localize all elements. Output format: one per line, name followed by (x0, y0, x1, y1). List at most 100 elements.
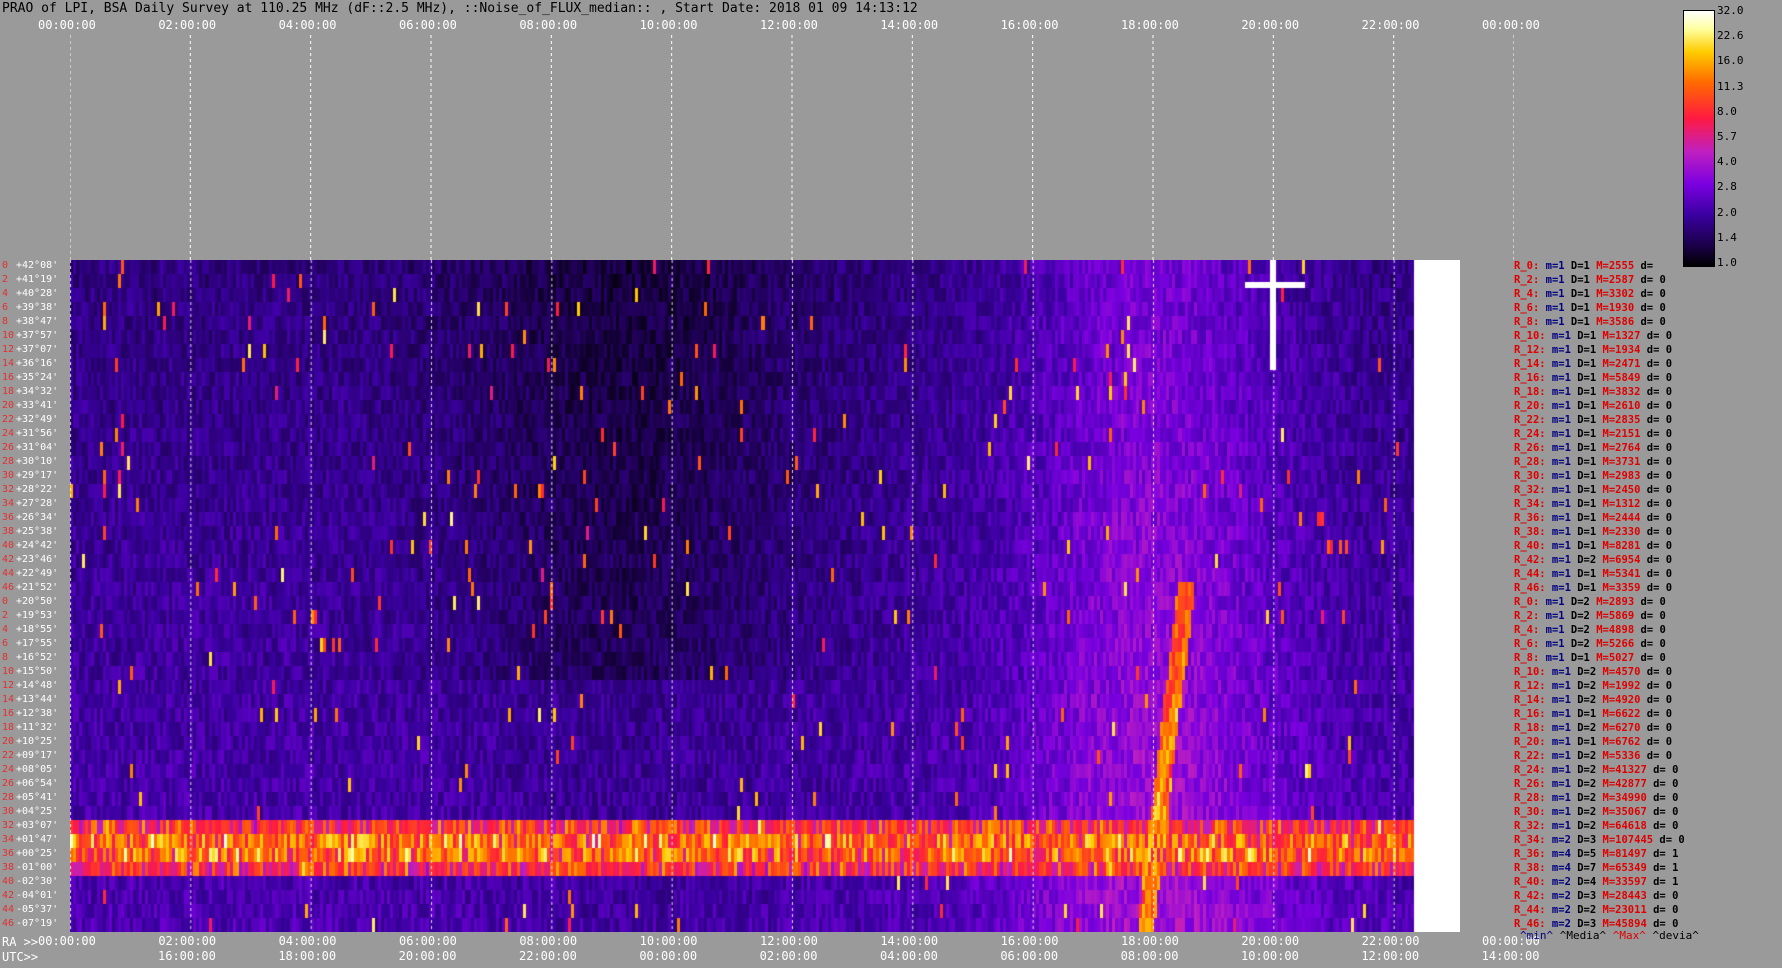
ra-tick-label: 06:00:00 (399, 934, 457, 948)
colorbar-tick-label: 2.8 (1717, 180, 1737, 194)
ra-tick-label: 16:00:00 (1000, 934, 1059, 948)
declination-label: 34 +27°28' (2, 498, 59, 509)
ra-tick-label: 20:00:00 (1241, 934, 1300, 948)
top-tick-label: 14:00:00 (880, 18, 939, 32)
utc-tick-label: 06:00:00 (1000, 949, 1059, 963)
beam-stat-row: R_26: m=1 D=1 M=2764 d= 0 (1514, 442, 1673, 454)
utc-tick-label: 18:00:00 (278, 949, 337, 963)
colorbar-tick-label: 1.4 (1717, 230, 1737, 244)
declination-label: 26 +31°04' (2, 442, 59, 453)
top-tick-label: 16:00:00 (1000, 18, 1059, 32)
declination-label: 14 +13°44' (2, 694, 59, 705)
declination-label: 36 +00°25' (2, 848, 59, 859)
beam-stat-row: R_38: m=4 D=7 M=65349 d= 1 (1514, 862, 1679, 874)
colorbar-tick-label: 1.0 (1717, 256, 1737, 269)
beam-stat-row: R_30: m=1 D=2 M=35067 d= 0 (1514, 806, 1679, 818)
beam-stat-row: R_18: m=1 D=2 M=6270 d= 0 (1514, 722, 1673, 734)
beam-stat-row: R_36: m=4 D=5 M=81497 d= 1 (1514, 848, 1679, 860)
ra-tick-label: 00:00:00 (38, 934, 96, 948)
beam-stat-row: R_4: m=1 D=2 M=4898 d= 0 (1514, 624, 1666, 636)
declination-label: 4 +40°28' (2, 288, 59, 299)
spectrogram-heatmap (70, 260, 1460, 932)
beam-stat-row: R_12: m=1 D=1 M=1934 d= 0 (1514, 344, 1673, 356)
utc-tick-label: 16:00:00 (158, 949, 216, 963)
ra-tick-label: 10:00:00 (639, 934, 698, 948)
chart-title: PRAO of LPI, BSA Daily Survey at 110.25 … (2, 1, 918, 16)
declination-label: 40 +24°42' (2, 540, 59, 551)
legend-max: ^Max^ (1612, 929, 1646, 942)
declination-label: 12 +37°07' (2, 344, 59, 355)
beam-stat-row: R_28: m=1 D=2 M=34990 d= 0 (1514, 792, 1679, 804)
beam-stat-row: R_40: m=2 D=4 M=33597 d= 1 (1514, 876, 1679, 888)
utc-tick-label: 04:00:00 (880, 949, 938, 963)
beam-stat-row: R_34: m=2 D=3 M=107445 d= 0 (1514, 834, 1685, 846)
utc-tick-label: 20:00:00 (398, 949, 457, 963)
beam-stat-row: R_16: m=1 D=1 M=5849 d= 0 (1514, 372, 1673, 384)
declination-label: 12 +14°48' (2, 680, 59, 691)
declination-label: 26 +06°54' (2, 778, 59, 789)
beam-stat-row: R_8: m=1 D=1 M=5027 d= 0 (1514, 652, 1666, 664)
utc-tick-label: 00:00:00 (639, 949, 698, 963)
beam-stat-row: R_24: m=1 D=1 M=2151 d= 0 (1514, 428, 1673, 440)
declination-label: 20 +10°25' (2, 736, 59, 747)
colorbar-tick-label: 2.0 (1717, 205, 1737, 219)
beam-stat-row: R_6: m=1 D=1 M=1930 d= 0 (1514, 302, 1666, 314)
colorbar (1683, 10, 1715, 267)
beam-stat-row: R_10: m=1 D=1 M=1327 d= 0 (1514, 330, 1673, 342)
declination-label: 42 +23°46' (2, 554, 59, 565)
legend-dev: ^devia^ (1652, 929, 1699, 942)
top-tick-label: 22:00:00 (1361, 18, 1420, 32)
beam-stat-row: R_10: m=1 D=2 M=4570 d= 0 (1514, 666, 1673, 678)
declination-label: 40 -02°30' (2, 876, 59, 887)
legend-min: ^min^ (1520, 929, 1554, 942)
beam-stat-row: R_26: m=1 D=2 M=42877 d= 0 (1514, 778, 1679, 790)
declination-label: 18 +34°32' (2, 386, 59, 397)
beam-stat-row: R_14: m=1 D=1 M=2471 d= 0 (1514, 358, 1673, 370)
ra-tick-label: 12:00:00 (760, 934, 818, 948)
top-tick-label: 06:00:00 (399, 18, 457, 32)
declination-label: 22 +32°49' (2, 414, 59, 425)
beam-stat-row: R_22: m=1 D=2 M=5336 d= 0 (1514, 750, 1673, 762)
top-tick-label: 04:00:00 (278, 18, 337, 32)
declination-label: 10 +37°57' (2, 330, 59, 341)
top-tick-label: 12:00:00 (760, 18, 818, 32)
colorbar-tick-label: 16.0 (1717, 54, 1744, 68)
colorbar-tick-label: 5.7 (1717, 130, 1737, 143)
utc-tick-label: 12:00:00 (1361, 949, 1420, 963)
declination-label: 0 +42°08' (2, 260, 59, 271)
declination-label: 0 +20°50' (2, 596, 59, 607)
declination-label: 20 +33°41' (2, 400, 59, 411)
beam-stat-row: R_22: m=1 D=1 M=2835 d= 0 (1514, 414, 1673, 426)
beam-stat-row: R_8: m=1 D=1 M=3586 d= 0 (1514, 316, 1666, 328)
declination-label: 18 +11°32' (2, 722, 59, 733)
beam-stat-row: R_14: m=1 D=2 M=4920 d= 0 (1514, 694, 1673, 706)
beam-stat-row: R_6: m=1 D=2 M=5266 d= 0 (1514, 638, 1666, 650)
ra-tick-label: 04:00:00 (278, 934, 337, 948)
declination-label: 2 +41°19' (2, 274, 59, 285)
beam-stat-row: R_40: m=1 D=1 M=8281 d= 0 (1514, 540, 1673, 552)
utc-tick-label: 02:00:00 (759, 949, 818, 963)
top-tick-label: 02:00:00 (158, 18, 217, 32)
declination-label: 32 +28°22' (2, 484, 59, 495)
declination-label: 8 +38°47' (2, 316, 59, 327)
beam-stat-row: R_42: m=1 D=2 M=6954 d= 0 (1514, 554, 1673, 566)
declination-label: 38 +25°38' (2, 526, 59, 537)
beam-stat-row: R_28: m=1 D=1 M=3731 d= 0 (1514, 456, 1673, 468)
beam-stat-row: R_12: m=1 D=2 M=1992 d= 0 (1514, 680, 1673, 692)
beam-stat-row: R_30: m=1 D=1 M=2983 d= 0 (1514, 470, 1673, 482)
declination-label: 30 +29°17' (2, 470, 59, 481)
declination-label: 8 +16°52' (2, 652, 59, 663)
beam-stat-row: R_2: m=1 D=2 M=5869 d= 0 (1514, 610, 1666, 622)
declination-label: 22 +09°17' (2, 750, 59, 761)
declination-label: 10 +15°50' (2, 666, 59, 677)
ra-tick-label: 18:00:00 (1121, 934, 1179, 948)
beam-stat-row: R_42: m=2 D=3 M=28443 d= 0 (1514, 890, 1679, 902)
utc-axis-label: UTC>> (2, 950, 39, 964)
beam-stat-row: R_24: m=1 D=2 M=41327 d= 0 (1514, 764, 1679, 776)
declination-label: 24 +31°56' (2, 428, 59, 439)
beam-stat-row: R_32: m=1 D=2 M=64618 d= 0 (1514, 820, 1679, 832)
beam-stat-row: R_20: m=1 D=1 M=2610 d= 0 (1514, 400, 1673, 412)
beam-stat-row: R_0: m=1 D=2 M=2893 d= 0 (1514, 596, 1666, 608)
beam-stat-row: R_46: m=1 D=1 M=3359 d= 0 (1514, 582, 1673, 594)
beam-stat-row: R_2: m=1 D=1 M=2587 d= 0 (1514, 274, 1666, 286)
